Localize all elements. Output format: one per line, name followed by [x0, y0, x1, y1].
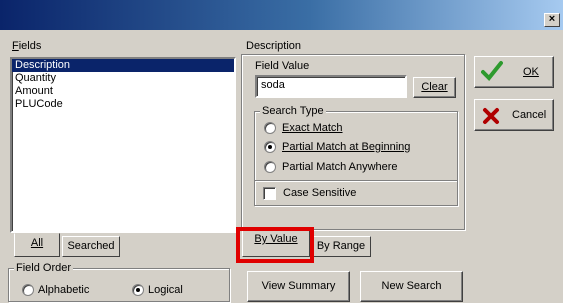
clear-button[interactable]: Clear [413, 77, 456, 98]
list-item[interactable]: Quantity [12, 72, 234, 85]
list-item[interactable]: Description [12, 59, 234, 72]
cancel-label: Cancel [512, 109, 547, 121]
cancel-button[interactable]: Cancel [474, 99, 554, 131]
case-sensitive-checkbox[interactable] [263, 187, 276, 200]
close-button[interactable]: × [544, 13, 560, 27]
list-item[interactable]: Amount [12, 85, 234, 98]
alphabetic-label: Alphabetic [38, 284, 90, 296]
case-sensitive-label: Case Sensitive [283, 187, 357, 199]
new-search-button[interactable]: New Search [360, 271, 463, 302]
logical-label: Logical [148, 284, 183, 296]
fields-label: Fields [12, 40, 42, 52]
description-label: Description [246, 40, 302, 52]
partial-anywhere-radio[interactable] [264, 161, 276, 173]
tab-searched[interactable]: Searched [62, 236, 120, 257]
exact-match-label: Exact Match [282, 122, 343, 134]
alphabetic-radio[interactable] [22, 284, 34, 296]
logical-radio[interactable] [132, 284, 144, 296]
ok-label: OK [523, 66, 539, 78]
partial-beginning-label: Partial Match at Beginning [282, 141, 411, 153]
tab-by-range[interactable]: By Range [311, 236, 371, 257]
title-bar [0, 0, 563, 30]
list-item[interactable]: PLUCode [12, 98, 234, 111]
partial-beginning-radio[interactable] [264, 141, 276, 153]
fields-listbox[interactable]: Description Quantity Amount PLUCode [10, 57, 236, 233]
partial-anywhere-label: Partial Match Anywhere [282, 161, 398, 173]
check-icon [481, 60, 503, 85]
field-order-label: Field Order [14, 262, 74, 274]
x-icon [482, 107, 500, 128]
highlight-box [236, 227, 314, 263]
exact-match-radio[interactable] [264, 122, 276, 134]
view-summary-button[interactable]: View Summary [247, 271, 350, 302]
ok-button[interactable]: OK [474, 56, 554, 88]
tab-all[interactable]: All [14, 233, 60, 257]
search-type-label: Search Type [260, 105, 326, 117]
field-value-label: Field Value [255, 60, 310, 72]
field-value-input[interactable]: soda [255, 75, 407, 98]
